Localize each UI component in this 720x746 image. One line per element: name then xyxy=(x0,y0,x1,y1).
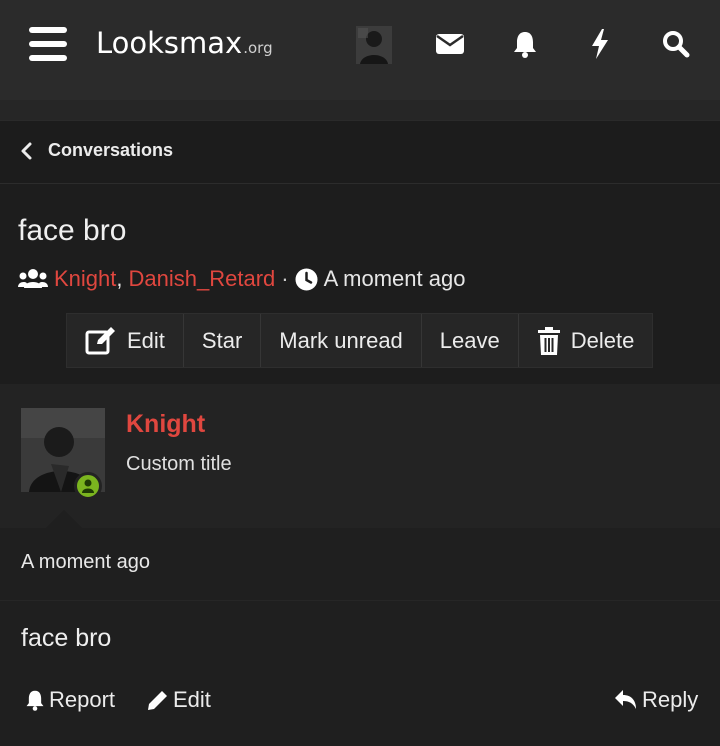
message-author-title: Custom title xyxy=(126,453,232,475)
edit-button[interactable]: Edit xyxy=(67,314,184,367)
reply-button[interactable]: Reply xyxy=(614,687,698,713)
clock-icon xyxy=(295,268,318,290)
reply-icon xyxy=(615,690,636,709)
chevron-left-icon xyxy=(21,142,32,159)
header-divider xyxy=(0,100,720,120)
bell-icon[interactable] xyxy=(509,28,541,60)
star-label: Star xyxy=(201,327,243,353)
participant-comma: , xyxy=(116,266,123,291)
leave-button[interactable]: Leave xyxy=(422,314,519,367)
message-edit-button[interactable]: Edit xyxy=(147,687,211,713)
star-button[interactable]: Star xyxy=(184,314,262,367)
meta-separator: · xyxy=(281,266,289,291)
page-title: face bro xyxy=(18,214,127,247)
message-body: A moment ago face bro Report Edit Reply xyxy=(0,528,720,746)
site-logo[interactable]: Looksmax .org xyxy=(96,26,273,66)
participant-danish-retard-link[interactable]: Danish_Retard xyxy=(129,266,276,292)
conversation-header: face bro Knight , Danish_Retard · A mome… xyxy=(0,184,720,384)
bell-icon xyxy=(26,690,44,711)
breadcrumb-conversations-link[interactable]: Conversations xyxy=(20,140,173,161)
conversation-toolbar: Edit Star Mark unread Leave Delete xyxy=(66,313,654,368)
edit-icon xyxy=(85,326,115,354)
message-edit-label: Edit xyxy=(173,687,211,712)
leave-label: Leave xyxy=(439,327,500,353)
users-icon xyxy=(18,269,48,288)
delete-button[interactable]: Delete xyxy=(519,314,653,367)
logo-main-text: Looksmax xyxy=(96,26,243,60)
message-author-name[interactable]: Knight xyxy=(126,410,205,439)
report-button[interactable]: Report xyxy=(25,687,115,713)
breadcrumb-label: Conversations xyxy=(48,140,174,160)
conversation-meta: Knight , Danish_Retard · A moment ago xyxy=(18,266,465,292)
envelope-icon[interactable] xyxy=(434,28,466,60)
trash-icon xyxy=(537,326,560,355)
conversation-time: A moment ago xyxy=(323,266,466,291)
report-label: Report xyxy=(49,687,116,712)
pencil-icon xyxy=(148,691,167,710)
user-avatar[interactable] xyxy=(356,26,392,64)
message-text: face bro xyxy=(21,624,112,652)
participant-knight-link[interactable]: Knight xyxy=(54,266,116,292)
menu-icon[interactable] xyxy=(29,27,67,61)
online-status-icon xyxy=(74,472,102,500)
message-time[interactable]: A moment ago xyxy=(21,551,150,574)
logo-tld-text: .org xyxy=(243,39,273,57)
mark-unread-button[interactable]: Mark unread xyxy=(261,314,422,367)
message-divider xyxy=(0,600,720,601)
edit-label: Edit xyxy=(127,327,165,353)
breadcrumb: Conversations xyxy=(0,120,720,184)
bolt-icon[interactable] xyxy=(584,28,616,60)
message-user-info: Knight Custom title xyxy=(0,384,720,528)
reply-label: Reply xyxy=(642,687,699,712)
message-arrow xyxy=(46,510,82,528)
search-icon[interactable] xyxy=(660,28,692,60)
delete-label: Delete xyxy=(570,327,635,353)
mark-unread-label: Mark unread xyxy=(279,327,403,353)
avatar-photo-icon xyxy=(356,26,392,64)
top-header: Looksmax .org xyxy=(0,0,720,100)
